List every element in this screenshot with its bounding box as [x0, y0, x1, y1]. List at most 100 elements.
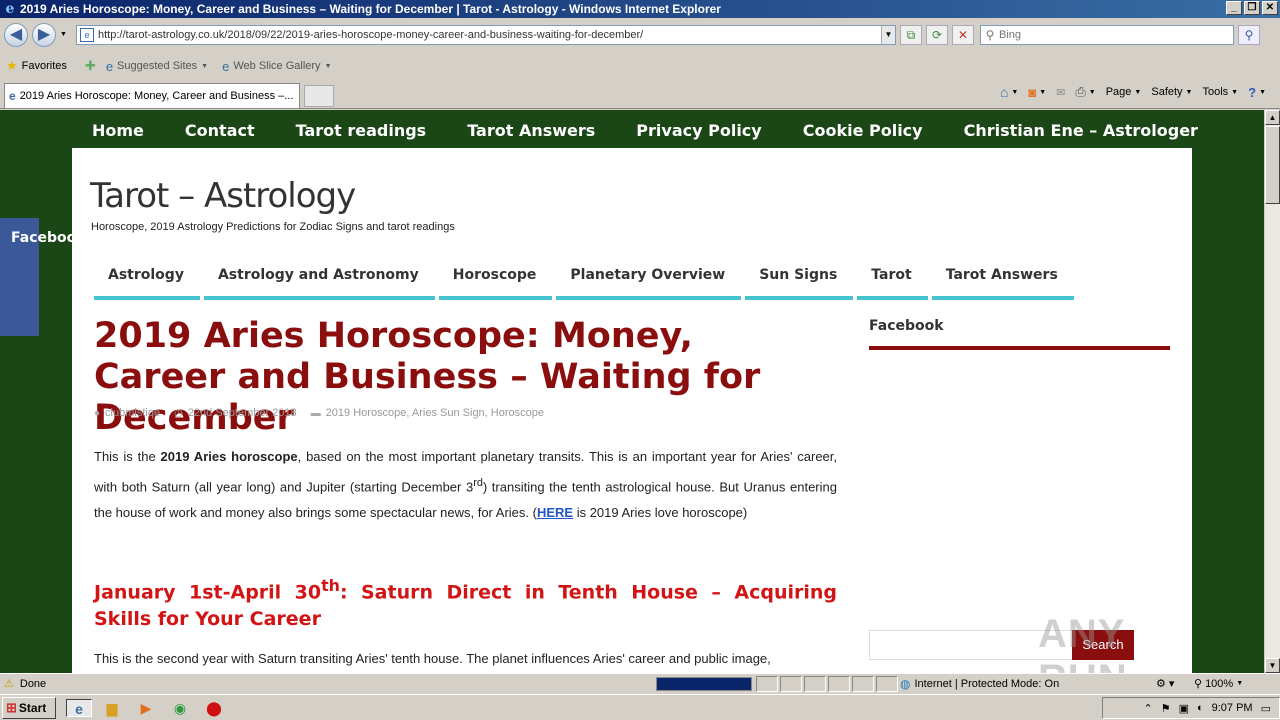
nav-contact[interactable]: Contact: [185, 121, 255, 140]
bing-icon: ⚲: [985, 28, 995, 42]
nav-privacy-policy[interactable]: Privacy Policy: [636, 121, 761, 140]
tab-bar: e 2019 Aries Horoscope: Money, Career an…: [0, 80, 1280, 109]
love-horoscope-link[interactable]: HERE: [537, 505, 573, 520]
zoom-icon: ⚲: [1194, 678, 1203, 690]
cat-tarot[interactable]: Tarot: [857, 260, 928, 300]
cat-sun-signs[interactable]: Sun Signs: [745, 260, 854, 300]
post-meta: ● clubmistiqe ◷ 22nd September 2018 ▬ 2019 …: [94, 407, 544, 419]
tools-menu-label: Tools: [1202, 86, 1229, 98]
add-favorite-icon[interactable]: ✚: [85, 58, 100, 74]
widget-divider: [869, 346, 1170, 350]
bold-keyword: 2019 Aries horoscope: [160, 449, 298, 464]
volume-icon[interactable]: ◐: [1197, 702, 1204, 714]
safety-menu[interactable]: Safety ▼: [1151, 86, 1192, 98]
safety-menu-label: Safety: [1151, 86, 1183, 98]
web-slice-gallery-label: Web Slice Gallery: [233, 60, 321, 72]
notification-icon[interactable]: ▭: [1261, 702, 1271, 715]
post-title: 2019 Aries Horoscope: Money, Career and …: [94, 316, 761, 438]
tray-expand-icon[interactable]: ⌃: [1143, 702, 1152, 715]
facebook-side-tab[interactable]: Facebook: [0, 218, 86, 336]
mail-icon: ✉: [1056, 86, 1066, 99]
clock-icon: ◷: [174, 407, 183, 419]
status-text: Done: [19, 677, 47, 690]
scroll-thumb[interactable]: [1265, 126, 1280, 204]
protected-mode-icon[interactable]: ⚙ ▾: [1156, 677, 1174, 690]
nav-tarot-readings[interactable]: Tarot readings: [296, 121, 427, 140]
window-title: 2019 Aries Horoscope: Money, Career and …: [20, 2, 721, 16]
section-heading: January 1st-April 30th: Saturn Direct in…: [94, 576, 837, 631]
page-content: Tarot – Astrology Horoscope, 2019 Astrol…: [72, 148, 1192, 673]
post-date[interactable]: 22nd September 2018: [188, 407, 297, 419]
stop-icon[interactable]: ✕: [952, 25, 974, 45]
scroll-up-icon[interactable]: ▲: [1265, 110, 1280, 125]
minimize-button[interactable]: _: [1226, 1, 1242, 15]
post-categories[interactable]: 2019 Horoscope, Aries Sun Sign, Horoscop…: [326, 407, 544, 419]
page-menu[interactable]: Page ▼: [1106, 86, 1142, 98]
chrome-icon[interactable]: ◉: [170, 699, 190, 717]
network-icon[interactable]: ▣: [1179, 702, 1189, 715]
opera-icon[interactable]: ⬤: [204, 699, 224, 717]
back-icon[interactable]: ◀: [4, 23, 28, 47]
page-icon: e: [80, 28, 94, 42]
ie-page-icon: e: [222, 58, 230, 74]
system-tray: ⌃ ⚑ ▣ ◐ 9:07 PM ▭: [1102, 697, 1280, 719]
command-bar: ⌂ ▼ ◙ ▼ ✉ ⎙ ▼ Page ▼ Safety ▼ Tools ▼ ? ▼: [1000, 84, 1266, 100]
home-button[interactable]: ⌂ ▼: [1000, 84, 1018, 100]
ie-icon: e: [5, 1, 15, 17]
page-menu-label: Page: [1105, 86, 1132, 98]
nav-tarot-answers[interactable]: Tarot Answers: [467, 121, 595, 140]
nav-home[interactable]: Home: [92, 121, 144, 140]
cat-astrology-and-astronomy[interactable]: Astrology and Astronomy: [203, 260, 435, 300]
site-top-nav: Home Contact Tarot readings Tarot Answer…: [72, 110, 1198, 150]
security-zone[interactable]: ◍ Internet | Protected Mode: On: [900, 677, 1059, 691]
new-tab-button[interactable]: [304, 85, 334, 107]
print-button[interactable]: ⎙ ▼: [1075, 84, 1095, 100]
flag-tray-icon[interactable]: ⚑: [1161, 702, 1171, 715]
address-url[interactable]: http://tarot-astrology.co.uk/2018/09/22/…: [98, 29, 881, 41]
nav-christian-ene[interactable]: Christian Ene – Astrologer: [964, 121, 1198, 140]
post-author[interactable]: clubmistiqe: [105, 407, 160, 419]
start-button[interactable]: ⊞ Start: [2, 697, 56, 719]
favorites-button[interactable]: ★ Favorites: [6, 58, 67, 74]
windows-flag-icon: ⊞: [6, 700, 17, 715]
nav-cookie-policy[interactable]: Cookie Policy: [803, 121, 923, 140]
clock: 9:07 PM: [1211, 702, 1253, 714]
progress-fill: [657, 678, 751, 690]
warning-icon: ⚠: [4, 678, 14, 690]
search-go-icon[interactable]: ⚲: [1238, 25, 1260, 45]
suggested-sites-button[interactable]: e Suggested Sites ▼: [106, 59, 208, 74]
feeds-button[interactable]: ◙ ▼: [1028, 85, 1046, 100]
restore-button[interactable]: ❐: [1244, 1, 1260, 15]
compatibility-icon[interactable]: ⧉: [900, 25, 922, 45]
cat-planetary-overview[interactable]: Planetary Overview: [556, 260, 742, 300]
cat-horoscope[interactable]: Horoscope: [438, 260, 553, 300]
folder-icon: ▬: [310, 407, 321, 419]
media-player-icon[interactable]: ▶: [136, 699, 156, 717]
help-button[interactable]: ? ▼: [1248, 85, 1266, 100]
tools-menu[interactable]: Tools ▼: [1202, 86, 1238, 98]
ie-page-icon: e: [9, 89, 16, 103]
zoom-control[interactable]: ⚲ 100% ▼: [1194, 677, 1243, 691]
status-cells: [756, 676, 898, 692]
address-bar[interactable]: e http://tarot-astrology.co.uk/2018/09/2…: [76, 25, 896, 45]
site-title[interactable]: Tarot – Astrology: [90, 176, 356, 216]
cat-astrology[interactable]: Astrology: [94, 260, 200, 300]
search-input[interactable]: [999, 29, 1233, 41]
favorites-bar: ★ Favorites ✚ e Suggested Sites ▼ e Web …: [0, 52, 1280, 80]
read-mail-button[interactable]: ✉: [1056, 86, 1065, 99]
ie-taskbar-icon[interactable]: e: [66, 699, 92, 717]
scroll-down-icon[interactable]: ▼: [1265, 658, 1280, 673]
browser-tab[interactable]: e 2019 Aries Horoscope: Money, Career an…: [4, 83, 300, 108]
refresh-icon[interactable]: ⟳: [926, 25, 948, 45]
vertical-scrollbar[interactable]: ▲ ▼: [1264, 110, 1280, 673]
search-box[interactable]: ⚲: [980, 25, 1234, 45]
folder-taskbar-icon[interactable]: ▆: [102, 699, 122, 717]
chevron-down-icon: ▼: [201, 62, 209, 70]
close-button[interactable]: ✕: [1262, 1, 1278, 15]
forward-icon[interactable]: ▶: [32, 23, 56, 47]
history-dropdown-icon[interactable]: ▼: [60, 31, 67, 38]
taskbar: ⊞ Start e ▆ ▶ ◉ ⬤ ⌃ ⚑ ▣ ◐ 9:07 PM ▭: [0, 694, 1280, 720]
address-dropdown-icon[interactable]: ▼: [881, 26, 895, 44]
web-slice-gallery-button[interactable]: e Web Slice Gallery ▼: [222, 59, 331, 74]
cat-tarot-answers[interactable]: Tarot Answers: [931, 260, 1074, 300]
